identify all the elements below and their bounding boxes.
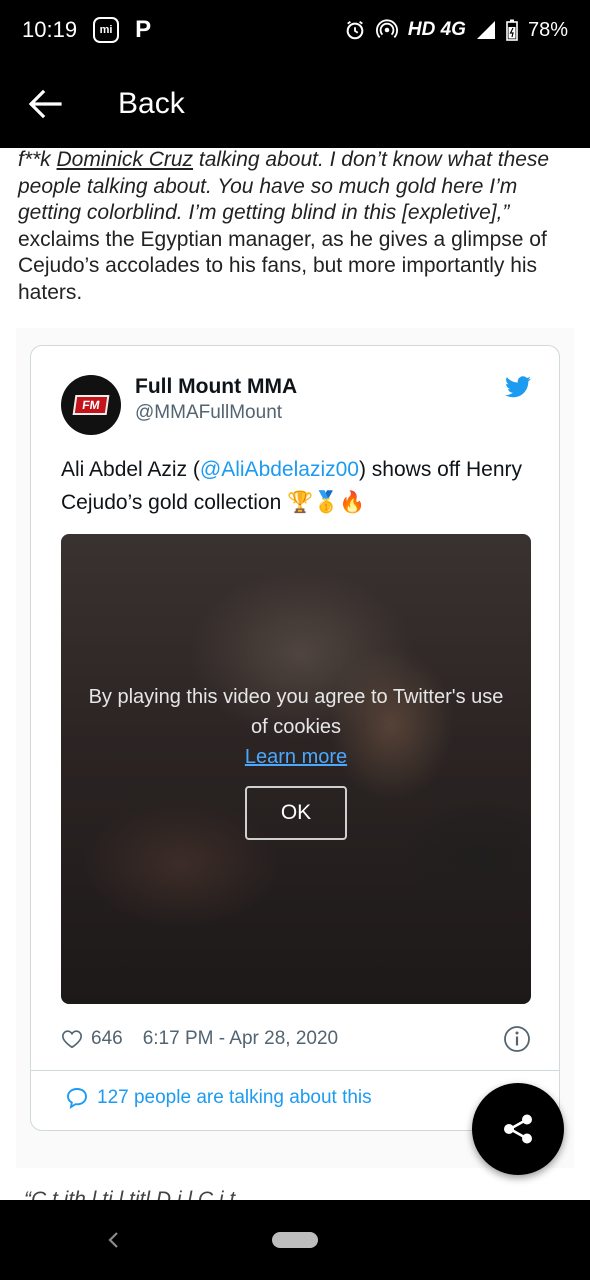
system-nav-bar [0, 1200, 590, 1280]
speech-bubble-icon [67, 1088, 87, 1109]
quote-part-1: f**k [18, 148, 57, 171]
status-left: 10:19 mi P [22, 16, 151, 44]
author-handle[interactable]: @MMAFullMount [135, 402, 282, 424]
back-button[interactable] [28, 89, 88, 119]
tweet-timestamp[interactable]: 6:17 PM - Apr 28, 2020 [143, 1028, 338, 1050]
info-icon[interactable] [503, 1025, 531, 1053]
article-paragraph: f**k Dominick Cruz talking about. I don’… [0, 148, 590, 306]
status-bar: 10:19 mi P HD 4G 78% [0, 0, 590, 60]
talking-link[interactable]: 127 people are talking about this [65, 1086, 372, 1110]
twitter-bird-icon[interactable] [505, 375, 531, 399]
emoji-trophy-medal-fire: 🏆🥇🔥 [287, 490, 366, 514]
share-button[interactable] [472, 1083, 564, 1175]
mi-app-icon: mi [93, 17, 120, 43]
embedded-tweet[interactable]: FM Full Mount MMA @MMAFullMount Ali Abde… [30, 345, 560, 1131]
status-right: HD 4G 78% [344, 19, 568, 42]
tweet-divider [31, 1070, 559, 1071]
author-name[interactable]: Full Mount MMA [135, 375, 297, 399]
battery-icon [506, 19, 518, 41]
battery-percent: 78% [527, 18, 568, 41]
app-bar: Back [0, 60, 590, 148]
article-content: f**k Dominick Cruz talking about. I don’… [0, 148, 590, 1200]
next-paragraph-partial: “C t ith l ti l titl D i l C i t [24, 1188, 236, 1200]
video-player[interactable]: By playing this video you agree to Twitt… [61, 534, 531, 1004]
heart-icon[interactable] [61, 1028, 83, 1050]
like-count[interactable]: 646 [91, 1028, 123, 1050]
talking-count-text: 127 people are talking about this [97, 1087, 372, 1108]
alarm-icon [346, 20, 364, 40]
parking-icon: P [135, 16, 152, 43]
dominick-cruz-link[interactable]: Dominick Cruz [57, 148, 194, 171]
cookie-notice-text: By playing this video you agree to Twitt… [88, 686, 504, 738]
signal-icon [476, 21, 495, 39]
tweet-text: Ali Abdel Aziz (@AliAbdelaziz00) shows o… [61, 454, 531, 519]
nav-back-icon[interactable] [104, 1228, 124, 1252]
tweet-header: FM Full Mount MMA @MMAFullMount [61, 373, 531, 437]
paragraph-rest: exclaims the Egyptian manager, as he giv… [18, 227, 547, 304]
tweet-meta: 646 6:17 PM - Apr 28, 2020 [61, 1022, 531, 1056]
network-type: HD 4G [407, 19, 466, 40]
share-icon [504, 1114, 532, 1144]
mention-link[interactable]: @AliAbdelaziz00 [200, 458, 359, 481]
tweet-text-part-1: Ali Abdel Aziz ( [61, 458, 200, 481]
back-title[interactable]: Back [118, 87, 185, 121]
hotspot-icon [375, 19, 398, 38]
cookie-notice: By playing this video you agree to Twitt… [81, 682, 511, 772]
avatar-logo: FM [72, 395, 110, 415]
arrow-left-icon [28, 89, 62, 119]
tweet-embed-container: FM Full Mount MMA @MMAFullMount Ali Abde… [16, 328, 574, 1168]
ok-button[interactable]: OK [245, 786, 347, 840]
avatar[interactable]: FM [61, 375, 121, 435]
nav-home-pill[interactable] [272, 1232, 318, 1248]
learn-more-link[interactable]: Learn more [81, 742, 511, 772]
status-time: 10:19 [22, 17, 78, 42]
